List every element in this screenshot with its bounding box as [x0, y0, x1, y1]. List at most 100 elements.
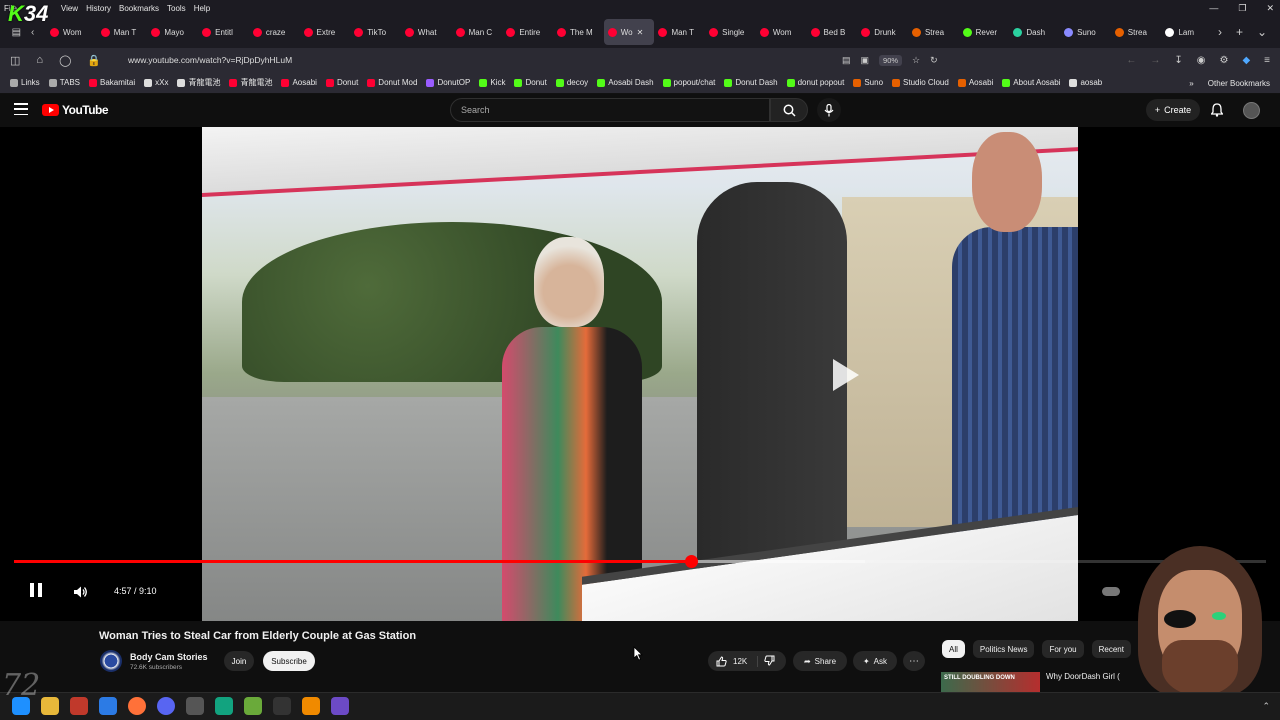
bookmark-item[interactable]: Links [10, 78, 40, 87]
browser-tab[interactable]: Strea [1111, 19, 1162, 45]
video-frame[interactable] [202, 127, 1078, 621]
create-button[interactable]: + Create [1146, 99, 1200, 121]
bookmark-item[interactable]: 青龍電池 [229, 77, 272, 88]
bookmarks-chevron-icon[interactable]: » [1189, 79, 1193, 88]
home-icon[interactable]: ⌂ [36, 54, 43, 67]
app-icon-2[interactable] [99, 697, 117, 715]
bookmark-item[interactable]: decoy [555, 78, 588, 87]
tab-scroll-left-icon[interactable]: ‹ [31, 27, 34, 38]
tab-close-icon[interactable]: ✕ [637, 28, 644, 37]
sidebar-icon[interactable]: ◫ [10, 54, 20, 67]
app-icon-6[interactable] [273, 697, 291, 715]
browser-tab[interactable]: Bed B [807, 19, 858, 45]
tab-menu-chevron-icon[interactable]: ⌄ [1257, 25, 1267, 39]
app-icon-1[interactable] [70, 697, 88, 715]
zoom-level[interactable]: 90% [879, 54, 903, 66]
like-button[interactable]: 12K [708, 655, 758, 667]
bookmark-item[interactable]: xXx [144, 78, 168, 87]
bookmark-item[interactable]: Donut [514, 78, 547, 87]
bookmark-item[interactable]: Kick [479, 78, 505, 87]
recommended-thumbnail[interactable]: STILL DOUBLING DOWN [941, 672, 1040, 692]
tab-scroll-right-icon[interactable]: › [1218, 25, 1222, 39]
search-button[interactable] [770, 98, 808, 122]
browser-tab[interactable]: Mayo [147, 19, 198, 45]
chip-politics-news[interactable]: Politics News [972, 640, 1035, 658]
other-bookmarks[interactable]: Other Bookmarks [1208, 79, 1270, 88]
firefox-icon[interactable] [128, 697, 146, 715]
screenshot-icon[interactable]: ▣ [861, 55, 870, 66]
join-button[interactable]: Join [224, 651, 254, 671]
bookmark-item[interactable]: TABS [48, 78, 80, 87]
browser-tab[interactable]: Lam [1161, 19, 1212, 45]
app-icon-5[interactable] [244, 697, 262, 715]
close-icon[interactable]: ✕ [1266, 3, 1274, 14]
reader-view-icon[interactable]: ▤ [842, 55, 851, 66]
extensions-icon[interactable]: ⚙ [1219, 55, 1228, 66]
browser-tab[interactable]: Single [705, 19, 756, 45]
bookmark-item[interactable]: popout/chat [662, 78, 715, 87]
bookmark-item[interactable]: Donut Dash [724, 78, 778, 87]
hamburger-menu-icon[interactable] [14, 103, 28, 115]
share-button[interactable]: ➦ Share [793, 651, 847, 671]
voice-search-button[interactable] [817, 98, 841, 122]
center-play-icon[interactable] [821, 353, 865, 397]
bookmark-item[interactable]: Suno [853, 78, 883, 87]
bookmark-item[interactable]: 青龍電池 [177, 77, 220, 88]
bookmark-item[interactable]: About Aosabi [1002, 78, 1060, 87]
browser-tab[interactable]: Suno [1060, 19, 1111, 45]
video-player[interactable]: 4:57 / 9:10 [0, 127, 1280, 621]
browser-tab[interactable]: Entire [502, 19, 553, 45]
restore-icon[interactable]: ❐ [1238, 3, 1246, 14]
browser-tab[interactable]: Rever [959, 19, 1010, 45]
browser-tab[interactable]: Dash [1009, 19, 1060, 45]
subscribe-button[interactable]: Subscribe [263, 651, 315, 671]
app-icon-4[interactable] [215, 697, 233, 715]
bookmark-item[interactable]: DonutOP [426, 78, 470, 87]
forward-icon[interactable]: → [1150, 55, 1160, 66]
address-bar[interactable]: www.youtube.com/watch?v=RjDpDyhHLuM [120, 51, 960, 69]
youtube-logo[interactable]: YouTube [42, 103, 109, 117]
bookmark-item[interactable]: Aosabi Dash [597, 78, 654, 87]
menu-history[interactable]: History [86, 4, 111, 13]
browser-tab[interactable]: Entitl [198, 19, 249, 45]
bookmark-item[interactable]: donut popout [786, 78, 844, 87]
bookmark-item[interactable]: Donut Mod [367, 78, 417, 87]
tab-list-icon[interactable]: ▤ [12, 27, 21, 38]
chip-all[interactable]: All [942, 640, 965, 658]
tray-chevron-icon[interactable]: ⌃ [1262, 701, 1270, 712]
channel-name[interactable]: Body Cam Stories [130, 652, 208, 662]
ask-button[interactable]: ✦ Ask [853, 651, 897, 671]
browser-tab[interactable]: Extre [300, 19, 351, 45]
lock-icon[interactable]: 🔒 [87, 54, 101, 67]
browser-tab[interactable]: TikTo [350, 19, 401, 45]
back-icon[interactable]: ← [1126, 55, 1136, 66]
channel-avatar[interactable] [100, 650, 122, 672]
new-tab-icon[interactable]: + [1236, 25, 1243, 39]
file-explorer-icon[interactable] [41, 697, 59, 715]
bookmark-item[interactable]: Studio Cloud [892, 78, 949, 87]
search-input[interactable]: Search [450, 98, 770, 122]
browser-tab[interactable]: What [401, 19, 452, 45]
browser-tab[interactable]: Man T [97, 19, 148, 45]
browser-tab[interactable]: Man C [452, 19, 503, 45]
notifications-bell-icon[interactable] [1210, 103, 1224, 122]
browser-tab[interactable]: Wom [756, 19, 807, 45]
chip-for-you[interactable]: For you [1042, 640, 1084, 658]
app-icon-7[interactable] [331, 697, 349, 715]
account-icon[interactable]: ◉ [1197, 55, 1206, 66]
browser-tab[interactable]: Drunk [857, 19, 908, 45]
bookmark-item[interactable]: Donut [325, 78, 358, 87]
browser-tab[interactable]: Wo ✕ [603, 19, 655, 45]
dislike-button[interactable] [758, 655, 775, 668]
discord-icon[interactable] [157, 697, 175, 715]
vlc-icon[interactable] [302, 697, 320, 715]
bookmark-item[interactable]: Aosabi [281, 78, 317, 87]
menu-bookmarks[interactable]: Bookmarks [119, 4, 159, 13]
bookmark-item[interactable]: Aosabi [957, 78, 993, 87]
more-actions-icon[interactable]: ⋯ [903, 651, 925, 671]
reload-icon[interactable]: ↻ [930, 55, 938, 66]
pause-icon[interactable] [28, 583, 44, 599]
bookmark-star-icon[interactable]: ☆ [912, 55, 920, 66]
app-icon-3[interactable] [186, 697, 204, 715]
account-avatar[interactable] [1243, 102, 1260, 119]
